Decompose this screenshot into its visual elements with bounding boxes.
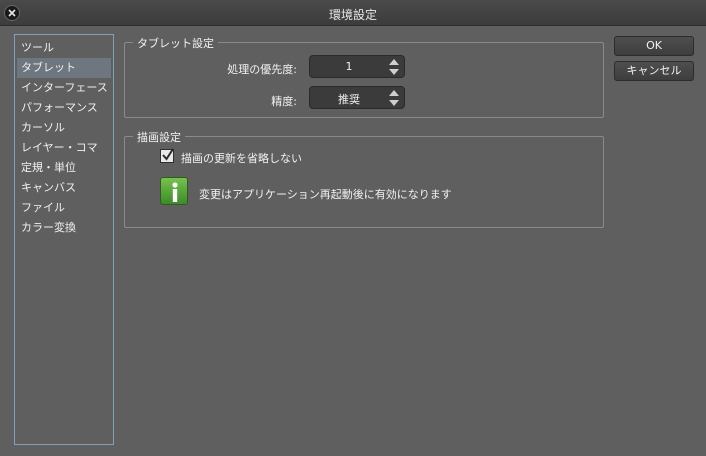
sidebar-item-ruler-unit[interactable]: 定規・単位	[17, 158, 111, 178]
precision-stepper[interactable]: 推奨	[309, 86, 405, 109]
sidebar-item-color-conversion[interactable]: カラー変換	[17, 218, 111, 238]
window-title: 環境設定	[328, 8, 377, 22]
settings-category-list: ツール タブレット インターフェース パフォーマンス カーソル レイヤー・コマ …	[14, 34, 114, 445]
skip-updates-checkbox[interactable]	[160, 148, 174, 163]
info-icon	[160, 177, 188, 205]
sidebar-item-file[interactable]: ファイル	[17, 198, 111, 218]
precision-value: 推奨	[338, 93, 360, 106]
up-down-arrows-icon[interactable]	[388, 89, 400, 107]
up-down-arrows-icon[interactable]	[388, 58, 400, 76]
ok-button[interactable]: OK	[614, 36, 694, 56]
processing-priority-label: 処理の優先度:	[227, 63, 297, 76]
sidebar-item-cursor[interactable]: カーソル	[17, 118, 111, 138]
cancel-button[interactable]: キャンセル	[614, 61, 694, 81]
sidebar-item-interface[interactable]: インターフェース	[17, 78, 111, 98]
skip-updates-label: 描画の更新を省略しない	[181, 152, 302, 165]
sidebar-item-tool[interactable]: ツール	[17, 38, 111, 58]
tablet-settings-title: タブレット設定	[133, 35, 218, 51]
sidebar-item-layer-frame[interactable]: レイヤー・コマ	[17, 138, 111, 158]
drawing-settings-title: 描画設定	[133, 129, 185, 145]
processing-priority-value: 1	[345, 60, 353, 73]
sidebar-item-tablet[interactable]: タブレット	[17, 58, 111, 78]
restart-notice: 変更はアプリケーション再起動後に有効になります	[199, 188, 452, 201]
sidebar-item-performance[interactable]: パフォーマンス	[17, 98, 111, 118]
processing-priority-stepper[interactable]: 1	[309, 55, 405, 78]
checkmark-icon	[162, 148, 174, 161]
sidebar-item-canvas[interactable]: キャンバス	[17, 178, 111, 198]
title-bar: 環境設定	[0, 0, 706, 26]
precision-label: 精度:	[271, 95, 297, 108]
